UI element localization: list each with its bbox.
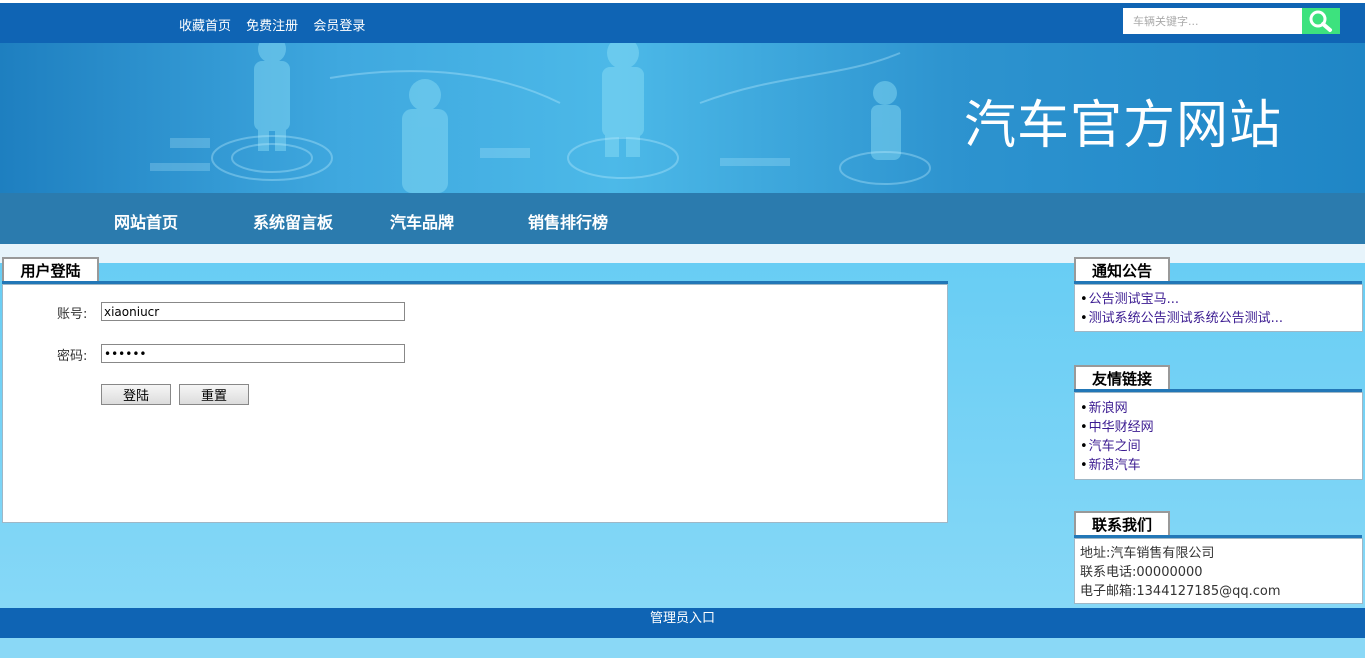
nav-item-car-brands[interactable]: 汽车品牌: [390, 209, 454, 233]
login-button[interactable]: 登陆: [101, 384, 171, 405]
password-input[interactable]: [101, 344, 405, 363]
contact-panel: 地址:汽车销售有限公司 联系电话:00000000 电子邮箱:134412718…: [1074, 538, 1363, 604]
main-nav: 网站首页 系统留言板 汽车品牌 销售排行榜: [0, 193, 1365, 244]
member-login-link[interactable]: 会员登录: [313, 19, 365, 34]
contact-address: 地址:汽车销售有限公司: [1080, 546, 1215, 561]
login-title: 用户登陆: [2, 257, 99, 283]
links-title: 友情链接: [1074, 365, 1170, 391]
top-links: 收藏首页 免费注册 会员登录: [179, 15, 376, 34]
nav-item-home[interactable]: 网站首页: [114, 209, 178, 233]
link-item[interactable]: 新浪网: [1080, 399, 1362, 418]
account-label: 账号:: [57, 307, 88, 322]
contact-title: 联系我们: [1074, 511, 1170, 537]
contact-email: 电子邮箱:1344127185@qq.com: [1080, 584, 1281, 599]
site-title: 汽车官方网站: [964, 96, 1283, 156]
link-item[interactable]: 中华财经网: [1080, 418, 1362, 437]
nav-item-sales-ranking[interactable]: 销售排行榜: [528, 209, 608, 233]
footer-bar: 管理员入口: [0, 608, 1365, 638]
search-button[interactable]: [1302, 8, 1340, 34]
bookmark-home-link[interactable]: 收藏首页: [179, 19, 231, 34]
link-item[interactable]: 新浪汽车: [1080, 456, 1362, 475]
search-icon: [1309, 10, 1332, 32]
banner: 汽车官方网站: [0, 43, 1365, 193]
notice-item[interactable]: 公告测试宝马...: [1080, 290, 1362, 309]
nav-item-message-board[interactable]: 系统留言板: [253, 209, 333, 233]
reset-button[interactable]: 重置: [179, 384, 249, 405]
links-panel: 新浪网 中华财经网 汽车之间 新浪汽车: [1074, 392, 1363, 480]
notice-item[interactable]: 测试系统公告测试系统公告测试...: [1080, 309, 1362, 328]
account-input[interactable]: [101, 302, 405, 321]
password-label: 密码:: [57, 349, 88, 364]
register-link[interactable]: 免费注册: [246, 19, 298, 34]
notices-title: 通知公告: [1074, 257, 1170, 283]
contact-phone: 联系电话:00000000: [1080, 565, 1203, 580]
notices-panel: 公告测试宝马... 测试系统公告测试系统公告测试...: [1074, 284, 1363, 332]
admin-entry-link[interactable]: 管理员入口: [650, 611, 715, 626]
link-item[interactable]: 汽车之间: [1080, 437, 1362, 456]
search-input[interactable]: [1123, 8, 1303, 34]
